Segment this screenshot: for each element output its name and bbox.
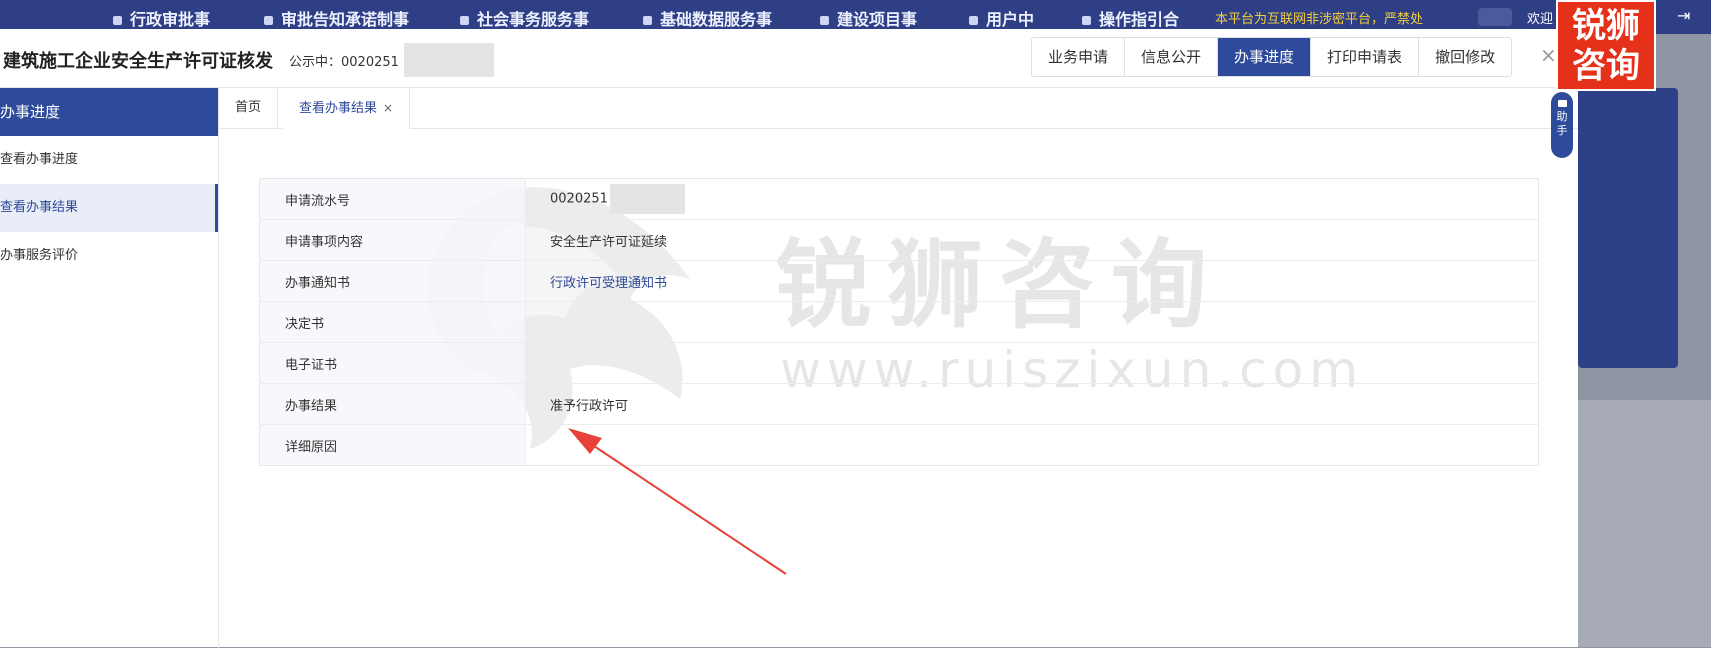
user-avatar[interactable] <box>1478 8 1512 26</box>
nav-item-social-affairs[interactable]: 社会事务服务事 <box>460 6 589 30</box>
info-public-button[interactable]: 信息公开 <box>1125 38 1219 76</box>
close-icon[interactable]: × <box>1540 43 1557 67</box>
row-label: 决定书 <box>259 301 526 343</box>
tab-view-result[interactable]: 查看办事结果 × <box>283 88 411 129</box>
row-value <box>525 301 1539 343</box>
row-value: 0020251 <box>525 178 1539 220</box>
nav-icon <box>460 16 469 25</box>
header-button-group: 业务申请 信息公开 办事进度 打印申请表 撤回修改 <box>1031 37 1513 77</box>
sidebar-header: 办事进度 <box>0 88 218 136</box>
nav-item-admin-approval[interactable]: 行政审批事 <box>113 6 210 30</box>
sidebar-item-view-progress[interactable]: 查看办事进度 <box>0 136 218 184</box>
nav-icon <box>1082 16 1091 25</box>
tab-bar: 首页 查看办事结果 × <box>219 88 1578 129</box>
row-label: 申请流水号 <box>259 178 526 220</box>
modal-header: 建筑施工企业安全生产许可证核发 公示中：0020251 业务申请 信息公开 办事… <box>0 29 1578 88</box>
result-value: 准予行政许可 <box>525 383 1539 425</box>
sidebar-item-view-result[interactable]: 查看办事结果 <box>0 184 218 232</box>
business-apply-button[interactable]: 业务申请 <box>1032 38 1126 76</box>
nav-item-user-center[interactable]: 用户中 <box>969 6 1034 30</box>
row-value <box>526 425 1539 466</box>
nav-icon <box>113 16 122 25</box>
background-panel-lower <box>1578 400 1711 647</box>
nav-item-construction-project[interactable]: 建设项目事 <box>820 6 917 30</box>
nav-item-basic-data[interactable]: 基础数据服务事 <box>643 6 772 30</box>
progress-button[interactable]: 办事进度 <box>1218 38 1312 76</box>
row-label: 电子证书 <box>259 342 526 384</box>
redaction-mask <box>404 43 494 77</box>
table-row: 办事结果 准予行政许可 <box>259 383 1539 425</box>
nav-item-operation-guide[interactable]: 操作指引合 <box>1082 6 1179 30</box>
row-label: 申请事项内容 <box>259 219 526 261</box>
brand-badge: 锐狮 咨询 <box>1556 0 1656 91</box>
table-row: 决定书 <box>259 301 1539 343</box>
welcome-text: 欢迎 <box>1527 12 1554 27</box>
nav-icon <box>969 16 978 25</box>
chat-icon <box>1557 100 1567 107</box>
tab-home[interactable]: 首页 <box>219 88 279 128</box>
platform-notice: 本平台为互联网非涉密平台，严禁处 <box>1215 12 1424 27</box>
row-value: 安全生产许可证延续 <box>525 219 1539 261</box>
tab-close-icon[interactable]: × <box>383 101 393 115</box>
background-panel <box>1578 88 1678 368</box>
table-row: 申请流水号 0020251 <box>259 178 1539 220</box>
table-row: 电子证书 <box>259 342 1539 384</box>
table-row: 办事通知书 行政许可受理通知书 <box>259 260 1539 302</box>
helper-button[interactable]: 助 手 <box>1551 92 1573 158</box>
nav-icon <box>820 16 829 25</box>
public-notice-label: 公示中：0020251 <box>289 55 399 70</box>
redaction-mask <box>609 184 685 214</box>
modal-title: 建筑施工企业安全生产许可证核发 <box>3 51 273 72</box>
table-row: 申请事项内容 安全生产许可证延续 <box>259 219 1539 261</box>
sidebar: 办事进度 查看办事进度 查看办事结果 办事服务评价 <box>0 88 219 648</box>
row-label: 办事通知书 <box>259 260 526 302</box>
service-modal: 建筑施工企业安全生产许可证核发 公示中：0020251 业务申请 信息公开 办事… <box>0 29 1578 648</box>
table-row: 详细原因 <box>259 424 1539 466</box>
logout-icon[interactable]: ⇥ <box>1677 6 1690 25</box>
notice-document-link[interactable]: 行政许可受理通知书 <box>525 260 1539 302</box>
nav-icon <box>643 16 652 25</box>
nav-icon <box>264 16 273 25</box>
row-value <box>525 342 1539 384</box>
withdraw-modify-button[interactable]: 撤回修改 <box>1419 38 1512 76</box>
row-label: 办事结果 <box>259 383 526 425</box>
sidebar-item-service-evaluation[interactable]: 办事服务评价 <box>0 232 218 280</box>
row-label: 详细原因 <box>259 424 526 466</box>
nav-item-commitment[interactable]: 审批告知承诺制事 <box>264 6 409 30</box>
print-application-button[interactable]: 打印申请表 <box>1311 38 1420 76</box>
result-table: 申请流水号 0020251 申请事项内容 安全生产许可证延续 办事通知书 行政许… <box>259 178 1539 466</box>
